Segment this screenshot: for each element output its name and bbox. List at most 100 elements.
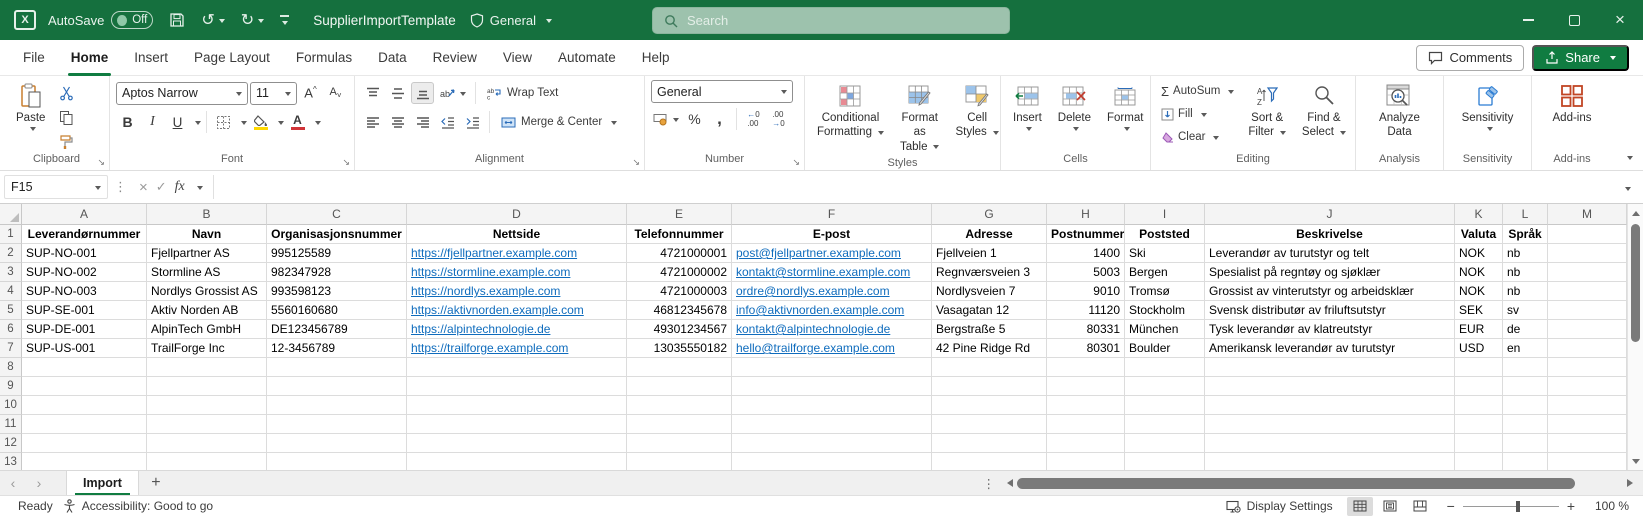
cell-H3[interactable]: 5003: [1047, 263, 1125, 282]
cancel-entry-button[interactable]: ×: [139, 179, 148, 196]
page-layout-view-button[interactable]: [1377, 497, 1403, 516]
row-header-2[interactable]: 2: [0, 244, 22, 263]
tab-insert[interactable]: Insert: [121, 40, 181, 76]
column-header-F[interactable]: F: [732, 204, 932, 225]
cell-I8[interactable]: [1125, 358, 1205, 377]
cell-M3[interactable]: [1548, 263, 1627, 282]
tab-help[interactable]: Help: [629, 40, 683, 76]
cell-I5[interactable]: Stockholm: [1125, 301, 1205, 320]
cell-F4[interactable]: ordre@nordlys.example.com: [732, 282, 932, 301]
cell-styles-button[interactable]: CellStyles: [949, 80, 1004, 143]
cell-B2[interactable]: Fjellpartner AS: [147, 244, 267, 263]
cell-D10[interactable]: [407, 396, 627, 415]
sensitivity-label-control[interactable]: General: [470, 13, 552, 28]
sensitivity-button[interactable]: Sensitivity: [1456, 80, 1520, 135]
format-as-table-button[interactable]: Format asTable: [894, 80, 946, 157]
cell-B3[interactable]: Stormline AS: [147, 263, 267, 282]
cell-G9[interactable]: [932, 377, 1047, 396]
tab-formulas[interactable]: Formulas: [283, 40, 365, 76]
tab-file[interactable]: File: [10, 40, 58, 76]
cell-I13[interactable]: [1125, 453, 1205, 470]
cell-H6[interactable]: 80331: [1047, 320, 1125, 339]
find-select-button[interactable]: Find &Select: [1296, 80, 1352, 143]
display-settings-button[interactable]: Display Settings: [1226, 499, 1333, 513]
align-left-button[interactable]: [361, 111, 384, 133]
cell-A4[interactable]: SUP-NO-003: [22, 282, 147, 301]
format-cells-button[interactable]: Format: [1101, 80, 1149, 135]
cell-M8[interactable]: [1548, 358, 1627, 377]
cell-E1[interactable]: Telefonnummer: [627, 225, 732, 244]
alignment-dialog-launcher[interactable]: ↘: [632, 157, 640, 168]
cell-K9[interactable]: [1455, 377, 1503, 396]
share-button[interactable]: Share: [1532, 45, 1629, 71]
cell-L13[interactable]: [1503, 453, 1548, 470]
previous-sheet-button[interactable]: ‹: [0, 471, 26, 495]
tab-review[interactable]: Review: [420, 40, 490, 76]
row-header-4[interactable]: 4: [0, 282, 22, 301]
insert-cells-button[interactable]: Insert: [1007, 80, 1048, 135]
row-header-10[interactable]: 10: [0, 396, 22, 415]
column-header-I[interactable]: I: [1125, 204, 1205, 225]
underline-dropdown-icon[interactable]: [195, 121, 201, 128]
cell-B13[interactable]: [147, 453, 267, 470]
cell-J9[interactable]: [1205, 377, 1455, 396]
select-all-button[interactable]: [0, 204, 22, 225]
normal-view-button[interactable]: [1347, 497, 1373, 516]
cell-J13[interactable]: [1205, 453, 1455, 470]
column-header-H[interactable]: H: [1047, 204, 1125, 225]
cell-D6[interactable]: https://alpintechnologie.de: [407, 320, 627, 339]
cell-H13[interactable]: [1047, 453, 1125, 470]
cut-button[interactable]: [55, 82, 78, 104]
cell-L5[interactable]: sv: [1503, 301, 1548, 320]
cell-G12[interactable]: [932, 434, 1047, 453]
row-header-11[interactable]: 11: [0, 415, 22, 434]
accounting-format-button[interactable]: [651, 108, 681, 130]
cell-M6[interactable]: [1548, 320, 1627, 339]
cell-C11[interactable]: [267, 415, 407, 434]
customize-quick-access-button[interactable]: [280, 15, 289, 26]
cell-H2[interactable]: 1400: [1047, 244, 1125, 263]
font-color-dropdown-icon[interactable]: [315, 121, 321, 128]
cell-C12[interactable]: [267, 434, 407, 453]
cell-B5[interactable]: Aktiv Norden AB: [147, 301, 267, 320]
cell-K4[interactable]: NOK: [1455, 282, 1503, 301]
cell-C10[interactable]: [267, 396, 407, 415]
cell-C8[interactable]: [267, 358, 407, 377]
fill-color-dropdown-icon[interactable]: [278, 121, 284, 128]
cell-M9[interactable]: [1548, 377, 1627, 396]
cell-L3[interactable]: nb: [1503, 263, 1548, 282]
cell-B10[interactable]: [147, 396, 267, 415]
cell-B12[interactable]: [147, 434, 267, 453]
cell-E2[interactable]: 4721000001: [627, 244, 732, 263]
increase-indent-button[interactable]: [461, 111, 484, 133]
cell-G11[interactable]: [932, 415, 1047, 434]
cell-A6[interactable]: SUP-DE-001: [22, 320, 147, 339]
underline-button[interactable]: U: [166, 111, 189, 133]
expand-formula-bar-button[interactable]: [1621, 180, 1637, 195]
cell-M2[interactable]: [1548, 244, 1627, 263]
cell-C2[interactable]: 995125589: [267, 244, 407, 263]
cell-K2[interactable]: NOK: [1455, 244, 1503, 263]
undo-button[interactable]: ↺: [201, 10, 224, 30]
new-sheet-button[interactable]: +: [139, 471, 173, 495]
cell-H10[interactable]: [1047, 396, 1125, 415]
copy-button[interactable]: [55, 106, 78, 128]
cell-J1[interactable]: Beskrivelse: [1205, 225, 1455, 244]
cell-G3[interactable]: Regnværsveien 3: [932, 263, 1047, 282]
cell-B7[interactable]: TrailForge Inc: [147, 339, 267, 358]
comments-button[interactable]: Comments: [1416, 45, 1524, 71]
cell-H9[interactable]: [1047, 377, 1125, 396]
cell-C9[interactable]: [267, 377, 407, 396]
scroll-left-button[interactable]: [1003, 479, 1013, 487]
number-dialog-launcher[interactable]: ↘: [792, 157, 800, 168]
zoom-level[interactable]: 100 %: [1589, 499, 1629, 513]
cell-G1[interactable]: Adresse: [932, 225, 1047, 244]
minimize-button[interactable]: [1505, 0, 1551, 40]
cell-H4[interactable]: 9010: [1047, 282, 1125, 301]
column-header-C[interactable]: C: [267, 204, 407, 225]
cell-G10[interactable]: [932, 396, 1047, 415]
bottom-align-button[interactable]: [411, 82, 434, 104]
column-header-G[interactable]: G: [932, 204, 1047, 225]
cell-A5[interactable]: SUP-SE-001: [22, 301, 147, 320]
cell-A11[interactable]: [22, 415, 147, 434]
